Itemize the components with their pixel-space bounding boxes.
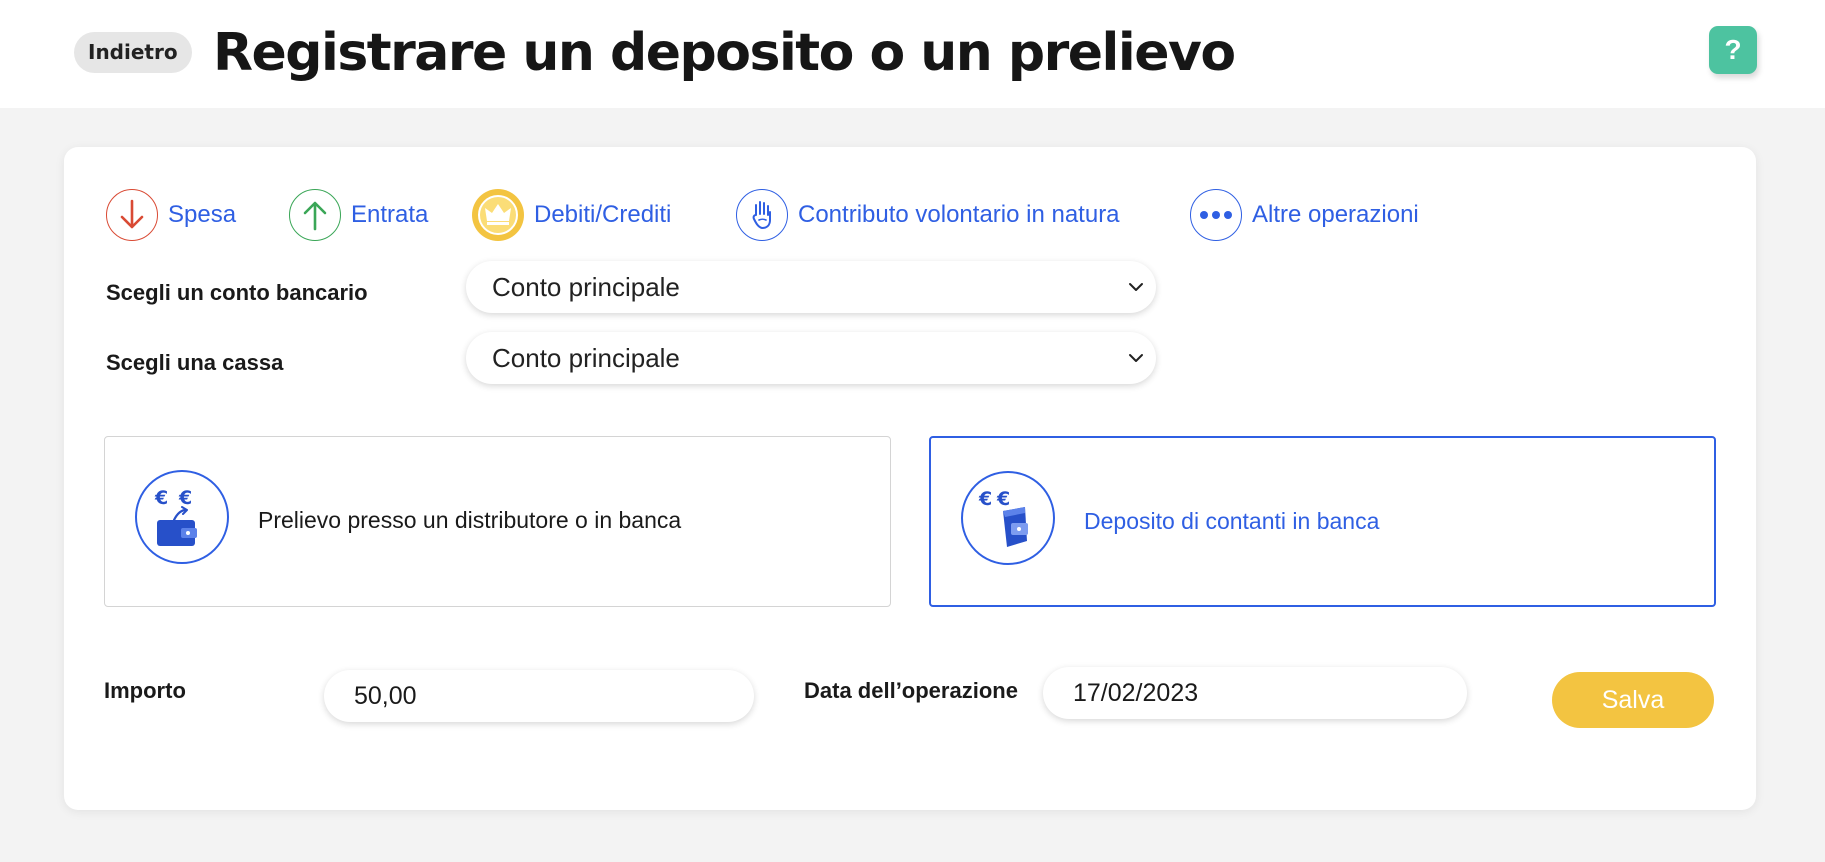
tab-entrata[interactable]: Entrata	[289, 187, 428, 243]
date-label: Data dell’operazione	[804, 678, 1018, 703]
amount-field[interactable]	[324, 670, 754, 722]
date-field[interactable]	[1043, 667, 1467, 719]
tab-altre-operazioni[interactable]: Altre operazioni	[1190, 187, 1419, 243]
bank-account-label: Scegli un conto bancario	[106, 280, 368, 305]
cash-select[interactable]: Conto principale	[466, 332, 1156, 384]
amount-input[interactable]	[324, 670, 754, 722]
crown-icon	[472, 189, 524, 241]
page-title: Registrare un deposito o un prelievo	[213, 23, 1236, 83]
hand-icon	[736, 189, 788, 241]
date-input[interactable]	[1043, 667, 1467, 719]
tab-debiti-crediti[interactable]: Debiti/Crediti	[472, 187, 671, 243]
tab-label: Contributo volontario in natura	[798, 201, 1120, 228]
svg-text:€: €	[178, 487, 192, 509]
option-deposito[interactable]: € € Deposito di contanti in banca	[929, 436, 1716, 607]
svg-text:€: €	[154, 487, 168, 509]
amount-label: Importo	[104, 678, 186, 703]
tab-label: Debiti/Crediti	[534, 201, 672, 228]
help-button[interactable]: ?	[1709, 26, 1757, 74]
option-prelievo[interactable]: € € Prelievo presso un distributore o in…	[104, 436, 891, 607]
option-label: Prelievo presso un distributore o in ban…	[258, 507, 682, 533]
option-label: Deposito di contanti in banca	[1084, 508, 1380, 534]
wallet-deposit-euro-icon: € €	[961, 471, 1055, 565]
arrow-down-icon	[106, 189, 158, 241]
operation-form-card: Spesa Entrata Debiti/Crediti Contributo …	[64, 147, 1756, 810]
tab-label: Altre operazioni	[1252, 201, 1419, 228]
cash-label: Scegli una cassa	[106, 350, 284, 375]
more-dots-icon	[1190, 189, 1242, 241]
back-button[interactable]: Indietro	[74, 32, 192, 73]
top-bar: Indietro Registrare un deposito o un pre…	[0, 0, 1825, 108]
wallet-euro-icon: € €	[135, 470, 229, 564]
tab-label: Spesa	[168, 201, 237, 228]
cash-value: Conto principale	[492, 343, 680, 373]
svg-text:€: €	[996, 488, 1010, 510]
svg-text:€: €	[978, 488, 992, 510]
chevron-down-icon	[1129, 354, 1143, 362]
bank-account-select[interactable]: Conto principale	[466, 261, 1156, 313]
chevron-down-icon	[1129, 283, 1143, 291]
save-button[interactable]: Salva	[1552, 672, 1714, 728]
bank-account-value: Conto principale	[492, 272, 680, 302]
tab-contributo-natura[interactable]: Contributo volontario in natura	[736, 187, 1120, 243]
tab-label: Entrata	[351, 201, 429, 228]
tab-spesa[interactable]: Spesa	[106, 187, 236, 243]
arrow-up-icon	[289, 189, 341, 241]
